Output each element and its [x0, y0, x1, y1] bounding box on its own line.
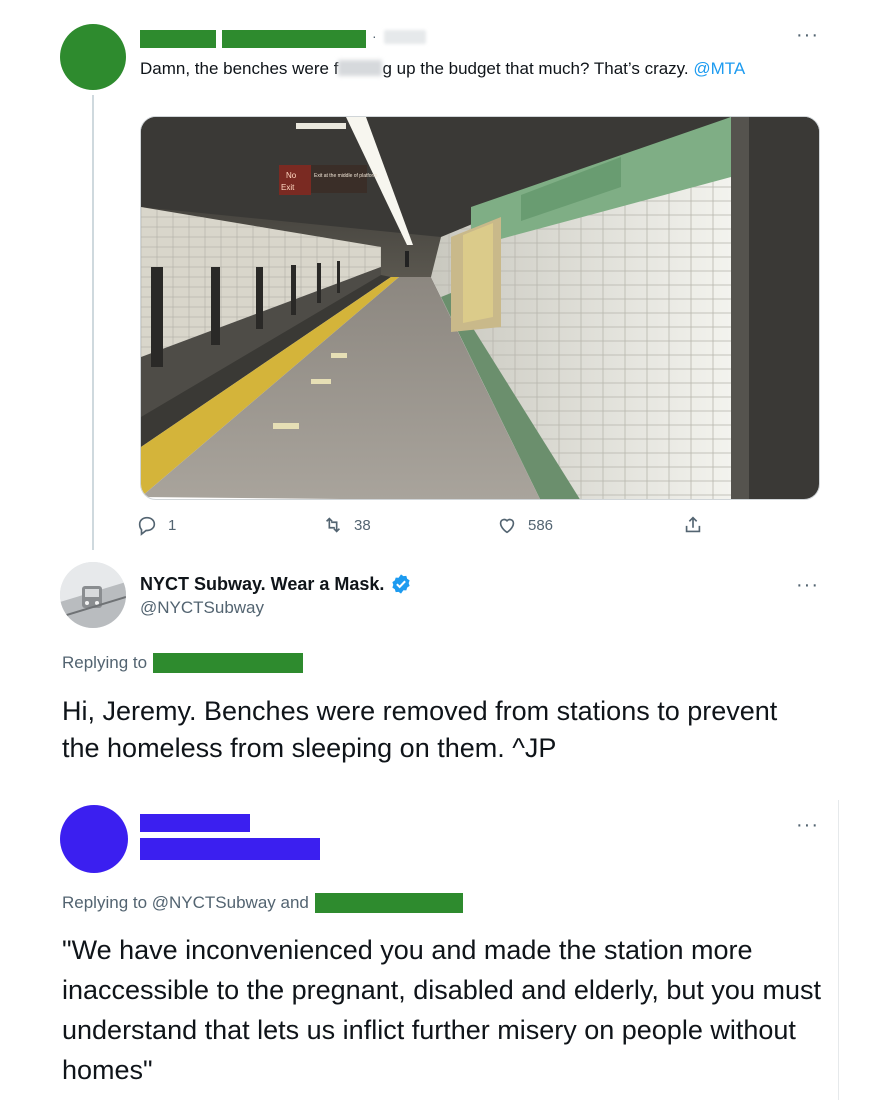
reply-tweet-text: "We have inconvenienced you and made the…: [62, 935, 821, 1085]
separator-dot: ·: [372, 28, 377, 44]
heart-icon: [499, 518, 515, 534]
mention-link[interactable]: @MTA: [693, 59, 745, 78]
avatar[interactable]: [60, 805, 128, 873]
retweet-icon: [325, 517, 341, 533]
more-options-icon[interactable]: ···: [796, 815, 819, 835]
redacted-handle[interactable]: [222, 30, 366, 48]
share-icon: [685, 516, 701, 533]
sign-exit-text: Exit: [281, 183, 295, 192]
reply-icon: [138, 516, 156, 536]
display-name-text: NYCT Subway. Wear a Mask.: [140, 573, 385, 594]
blurred-word: [338, 60, 383, 76]
subway-platform-image: No Exit Exit at the middle of platform: [141, 117, 819, 499]
thread-line: [92, 95, 94, 550]
nyct-avatar[interactable]: [60, 562, 126, 628]
avatar[interactable]: [60, 24, 126, 90]
like-action[interactable]: 586: [496, 512, 553, 538]
replying-to-label: Replying to: [62, 653, 148, 672]
nyct-display-name[interactable]: NYCT Subway. Wear a Mask.: [140, 573, 412, 595]
retweet-count: 38: [354, 516, 371, 534]
more-options-icon[interactable]: ···: [796, 25, 819, 45]
nyct-tweet-text: Hi, Jeremy. Benches were removed from st…: [62, 696, 778, 763]
sign-right-text: Exit at the middle of platform: [314, 173, 377, 179]
replying-to-line: Replying to @NYCTSubway and: [62, 893, 463, 913]
subway-train-avatar-image: [60, 562, 126, 628]
reply-count: 1: [168, 516, 177, 534]
reply-action[interactable]: 1: [136, 512, 176, 538]
verified-badge-icon: [392, 574, 411, 594]
nyct-handle[interactable]: @NYCTSubway: [140, 598, 264, 618]
redacted-reply-handle[interactable]: [153, 653, 304, 673]
share-action[interactable]: [682, 512, 714, 538]
retweet-action[interactable]: 38: [322, 512, 371, 538]
more-options-icon[interactable]: ···: [796, 575, 819, 595]
redacted-display-name[interactable]: [140, 30, 216, 48]
like-count: 586: [528, 516, 554, 534]
replying-to-label: Replying to @NYCTSubway and: [62, 893, 309, 912]
replying-to-line: Replying to: [62, 653, 304, 673]
redacted-reply-handle[interactable]: [314, 893, 463, 913]
divider: [838, 800, 839, 1100]
blurred-timestamp[interactable]: [384, 30, 426, 44]
redacted-handle[interactable]: [140, 838, 320, 860]
sign-no-text: No: [286, 171, 297, 180]
redacted-display-name[interactable]: [140, 814, 250, 832]
tweet-photo[interactable]: No Exit Exit at the middle of platform: [140, 116, 820, 500]
tweet-text: Damn, the benches were fg up the budget …: [140, 59, 746, 78]
